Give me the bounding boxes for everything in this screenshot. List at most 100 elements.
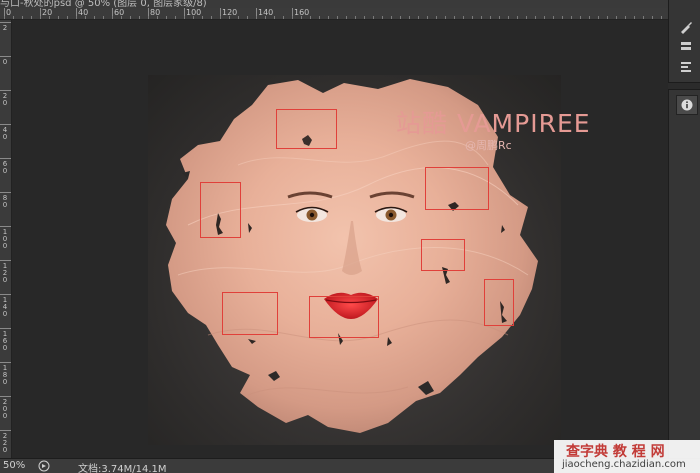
panel-collapse-bar[interactable] bbox=[668, 82, 700, 90]
ruler-label: 160 bbox=[2, 330, 8, 352]
ruler-minor-tick bbox=[229, 16, 230, 19]
ruler-minor-tick bbox=[175, 16, 176, 19]
ruler-minor-tick bbox=[211, 16, 212, 19]
ruler-minor-tick bbox=[4, 16, 5, 19]
ruler-tick bbox=[0, 396, 11, 397]
ruler-minor-tick bbox=[58, 16, 59, 19]
ruler-minor-tick bbox=[499, 16, 500, 19]
ruler-minor-tick bbox=[373, 16, 374, 19]
ruler-minor-tick bbox=[625, 16, 626, 19]
ruler-minor-tick bbox=[553, 16, 554, 19]
selection-box[interactable] bbox=[421, 239, 465, 271]
ruler-minor-tick bbox=[31, 16, 32, 19]
ruler-minor-tick bbox=[598, 16, 599, 19]
ruler-tick bbox=[0, 260, 11, 261]
ruler-label: 40 bbox=[78, 8, 89, 17]
ruler-minor-tick bbox=[247, 16, 248, 19]
ruler-minor-tick bbox=[328, 16, 329, 19]
selection-box[interactable] bbox=[484, 279, 514, 326]
ruler-tick bbox=[0, 192, 11, 193]
ruler-minor-tick bbox=[517, 16, 518, 19]
ruler-minor-tick bbox=[418, 16, 419, 19]
ruler-minor-tick bbox=[355, 16, 356, 19]
ruler-tick bbox=[0, 158, 11, 159]
selection-box[interactable] bbox=[276, 109, 337, 149]
ruler-minor-tick bbox=[391, 16, 392, 19]
ruler-minor-tick bbox=[274, 16, 275, 19]
paragraph-icon[interactable] bbox=[674, 55, 698, 77]
document-tab[interactable]: 与口-秋处的psd @ 50% (图层 0, 图层家级/8) bbox=[0, 0, 668, 8]
ruler-minor-tick bbox=[112, 16, 113, 19]
ruler-minor-tick bbox=[94, 16, 95, 19]
ruler-minor-tick bbox=[319, 16, 320, 19]
status-menu-icon[interactable] bbox=[38, 460, 50, 472]
ruler-label: 0 bbox=[6, 8, 12, 17]
ruler-minor-tick bbox=[220, 16, 221, 19]
ruler-tick bbox=[0, 294, 11, 295]
ruler-tick bbox=[0, 22, 11, 23]
ruler-minor-tick bbox=[256, 16, 257, 19]
canvas-workspace[interactable]: 站酷 VAMPIREE @周鹏Rc bbox=[12, 20, 668, 458]
ruler-minor-tick bbox=[121, 16, 122, 19]
ruler-minor-tick bbox=[337, 16, 338, 19]
ruler-minor-tick bbox=[526, 16, 527, 19]
ruler-label: 80 bbox=[2, 194, 8, 209]
document-tab-title: 与口-秋处的psd @ 50% (图层 0, 图层家级/8) bbox=[0, 0, 207, 8]
ruler-minor-tick bbox=[184, 16, 185, 19]
ruler-minor-tick bbox=[436, 16, 437, 19]
selection-box[interactable] bbox=[200, 182, 241, 238]
ruler-label: 60 bbox=[114, 8, 125, 17]
credit-text-layer: @周鹏Rc bbox=[465, 139, 512, 152]
ruler-label: 60 bbox=[2, 160, 8, 175]
ruler-minor-tick bbox=[310, 16, 311, 19]
ruler-minor-tick bbox=[643, 16, 644, 19]
ruler-minor-tick bbox=[238, 16, 239, 19]
ruler-tick bbox=[0, 362, 11, 363]
ruler-tick bbox=[0, 124, 11, 125]
ruler-tick bbox=[0, 226, 11, 227]
ruler-minor-tick bbox=[580, 16, 581, 19]
ruler-minor-tick bbox=[166, 16, 167, 19]
ruler-minor-tick bbox=[22, 16, 23, 19]
ruler-tick bbox=[0, 90, 11, 91]
horizontal-ruler[interactable]: 0 20 40 60 80 100 120 140 160 bbox=[0, 8, 668, 20]
ruler-minor-tick bbox=[301, 16, 302, 19]
ruler-minor-tick bbox=[346, 16, 347, 19]
ruler-minor-tick bbox=[13, 16, 14, 19]
ruler-minor-tick bbox=[364, 16, 365, 19]
vertical-ruler[interactable]: 2 0 20 40 60 80 100 120 140 160 180 200 220 bbox=[0, 20, 12, 458]
ruler-minor-tick bbox=[409, 16, 410, 19]
ruler-label: 2 bbox=[2, 24, 8, 32]
title-text-layer: 站酷 VAMPIREE bbox=[396, 109, 591, 138]
ruler-minor-tick bbox=[148, 16, 149, 19]
ruler-minor-tick bbox=[382, 16, 383, 19]
ruler-minor-tick bbox=[130, 16, 131, 19]
ruler-minor-tick bbox=[616, 16, 617, 19]
selection-box[interactable] bbox=[425, 167, 489, 210]
ruler-minor-tick bbox=[454, 16, 455, 19]
ruler-minor-tick bbox=[193, 16, 194, 19]
ruler-minor-tick bbox=[76, 16, 77, 19]
info-icon[interactable] bbox=[676, 95, 698, 115]
ruler-minor-tick bbox=[472, 16, 473, 19]
ruler-minor-tick bbox=[67, 16, 68, 19]
ruler-minor-tick bbox=[283, 16, 284, 19]
site-watermark: 查字典 教 程 网 jiaocheng.chazidian.com bbox=[554, 440, 700, 473]
ruler-minor-tick bbox=[265, 16, 266, 19]
ruler-minor-tick bbox=[481, 16, 482, 19]
layers-icon[interactable] bbox=[674, 35, 698, 57]
ruler-minor-tick bbox=[157, 16, 158, 19]
selection-box[interactable] bbox=[222, 292, 278, 335]
ruler-minor-tick bbox=[607, 16, 608, 19]
ruler-minor-tick bbox=[463, 16, 464, 19]
zoom-level[interactable]: 50% bbox=[3, 460, 25, 471]
watermark-url: jiaocheng.chazidian.com bbox=[562, 459, 686, 470]
ruler-minor-tick bbox=[652, 16, 653, 19]
ruler-minor-tick bbox=[85, 16, 86, 19]
selection-box[interactable] bbox=[309, 296, 379, 338]
ruler-minor-tick bbox=[661, 16, 662, 19]
ruler-minor-tick bbox=[544, 16, 545, 19]
ruler-minor-tick bbox=[634, 16, 635, 19]
ruler-minor-tick bbox=[445, 16, 446, 19]
ruler-label: 40 bbox=[2, 126, 8, 141]
